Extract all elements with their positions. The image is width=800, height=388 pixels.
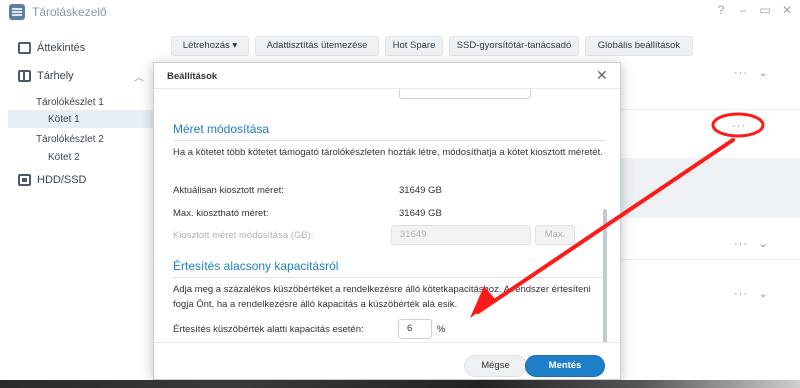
ssd-cache-advisor-button[interactable]: SSD-gyorsítótár-tanácsadó <box>449 36 579 56</box>
create-button[interactable]: Létrehozás ▾ <box>171 36 249 56</box>
more-icon[interactable]: ··· <box>734 67 748 79</box>
volume-card-3: ··· ⌄ <box>621 228 800 260</box>
allocated-size-value: 31649 GB <box>399 185 442 196</box>
save-button[interactable]: Mentés <box>525 355 605 377</box>
title-bar: Tároláskezelő ? – ▭ ✕ <box>0 0 800 24</box>
sidebar-item-volume-2[interactable]: Kötet 2 <box>48 152 80 163</box>
dialog-body: Méret módosítása Ha a kötetet több kötet… <box>154 89 620 342</box>
sidebar-item-pool-1[interactable]: Tárolókészlet 1 <box>36 97 104 108</box>
dialog-header: Beállítások ✕ <box>154 63 620 89</box>
cancel-button[interactable]: Mégse <box>464 355 527 377</box>
global-settings-button[interactable]: Globális beállítások <box>585 36 693 56</box>
settings-dialog: Beállítások ✕ Méret módosítása Ha a köte… <box>153 62 621 380</box>
modify-size-input[interactable]: 31649 <box>391 225 531 245</box>
dialog-footer: Mégse Mentés <box>154 342 620 379</box>
max-button[interactable]: Max. <box>535 225 575 245</box>
app-title: Tároláskezelő <box>32 5 107 19</box>
help-icon[interactable]: ? <box>713 3 729 17</box>
allocated-size-label: Aktuálisan kiosztott méret: <box>173 185 284 196</box>
volume-card-2-header: ··· <box>621 112 800 152</box>
storage-icon <box>18 70 31 82</box>
divider <box>173 140 606 141</box>
close-icon[interactable]: ✕ <box>596 67 608 84</box>
sidebar-item-label: Tárhely <box>37 70 74 82</box>
close-window-icon[interactable]: ✕ <box>779 3 795 17</box>
dialog-title: Beállítások <box>167 71 218 82</box>
sidebar-item-overview[interactable]: Áttekintés <box>0 38 160 60</box>
chevron-down-icon[interactable]: ⌄ <box>759 239 767 250</box>
chevron-up-icon[interactable]: ︿ <box>134 69 144 84</box>
sidebar-item-label: HDD/SSD <box>37 174 87 186</box>
minimize-icon[interactable]: – <box>735 3 751 17</box>
storage-manager-window: Tároláskezelő ? – ▭ ✕ Áttekintés Tárhely… <box>0 0 800 380</box>
volume-card-4: ··· ⌄ <box>621 282 800 312</box>
max-size-value: 31649 GB <box>399 208 442 219</box>
storage-manager-icon <box>9 4 25 20</box>
scrolled-field-input[interactable] <box>399 89 531 99</box>
sidebar-selected-highlight <box>8 110 160 128</box>
sidebar-item-storage[interactable]: Tárhely ︿ <box>0 66 160 88</box>
volume-card-1: ··· ⌄ <box>621 60 800 110</box>
volume-detail-panel <box>621 158 800 218</box>
hot-spare-button[interactable]: Hot Spare <box>385 36 443 56</box>
chevron-down-icon[interactable]: ⌄ <box>759 68 767 79</box>
overview-icon <box>18 42 31 54</box>
notify-description: Adja meg a százalékos küszöbértéket a re… <box>173 284 591 310</box>
hdd-icon <box>18 174 31 186</box>
notify-section-title: Értesítés alacsony kapacitásról <box>173 259 339 273</box>
sidebar-item-label: Áttekintés <box>37 42 86 54</box>
maximize-icon[interactable]: ▭ <box>757 3 773 17</box>
max-size-label: Max. kiosztható méret: <box>173 208 269 219</box>
resize-description: Ha a kötetet több kötetet támogató tárol… <box>173 147 603 158</box>
threshold-unit: % <box>437 324 446 335</box>
sidebar: Áttekintés Tárhely ︿ Tárolókészlet 1 Köt… <box>0 24 160 380</box>
chevron-down-icon[interactable]: ⌄ <box>759 289 767 300</box>
threshold-label: Értesítés küszöbérték alatti kapacitás e… <box>173 324 364 335</box>
resize-section-title: Méret módosítása <box>173 122 270 136</box>
more-icon[interactable]: ··· <box>734 288 748 300</box>
sidebar-item-hdd-ssd[interactable]: HDD/SSD <box>0 170 160 192</box>
more-icon[interactable]: ··· <box>732 120 746 132</box>
divider <box>173 277 606 278</box>
more-icon[interactable]: ··· <box>734 238 748 250</box>
threshold-input[interactable]: 6 <box>398 319 432 339</box>
sidebar-item-volume-1[interactable]: Kötet 1 <box>48 114 80 125</box>
modify-size-label: Kiosztott méret módosítása (GB): <box>173 230 314 241</box>
desktop-strip <box>0 380 800 388</box>
scrub-schedule-button[interactable]: Adattisztítás ütemezése <box>255 36 379 56</box>
sidebar-item-pool-2[interactable]: Tárolókészlet 2 <box>36 134 104 145</box>
dialog-scrollbar[interactable] <box>603 209 607 342</box>
